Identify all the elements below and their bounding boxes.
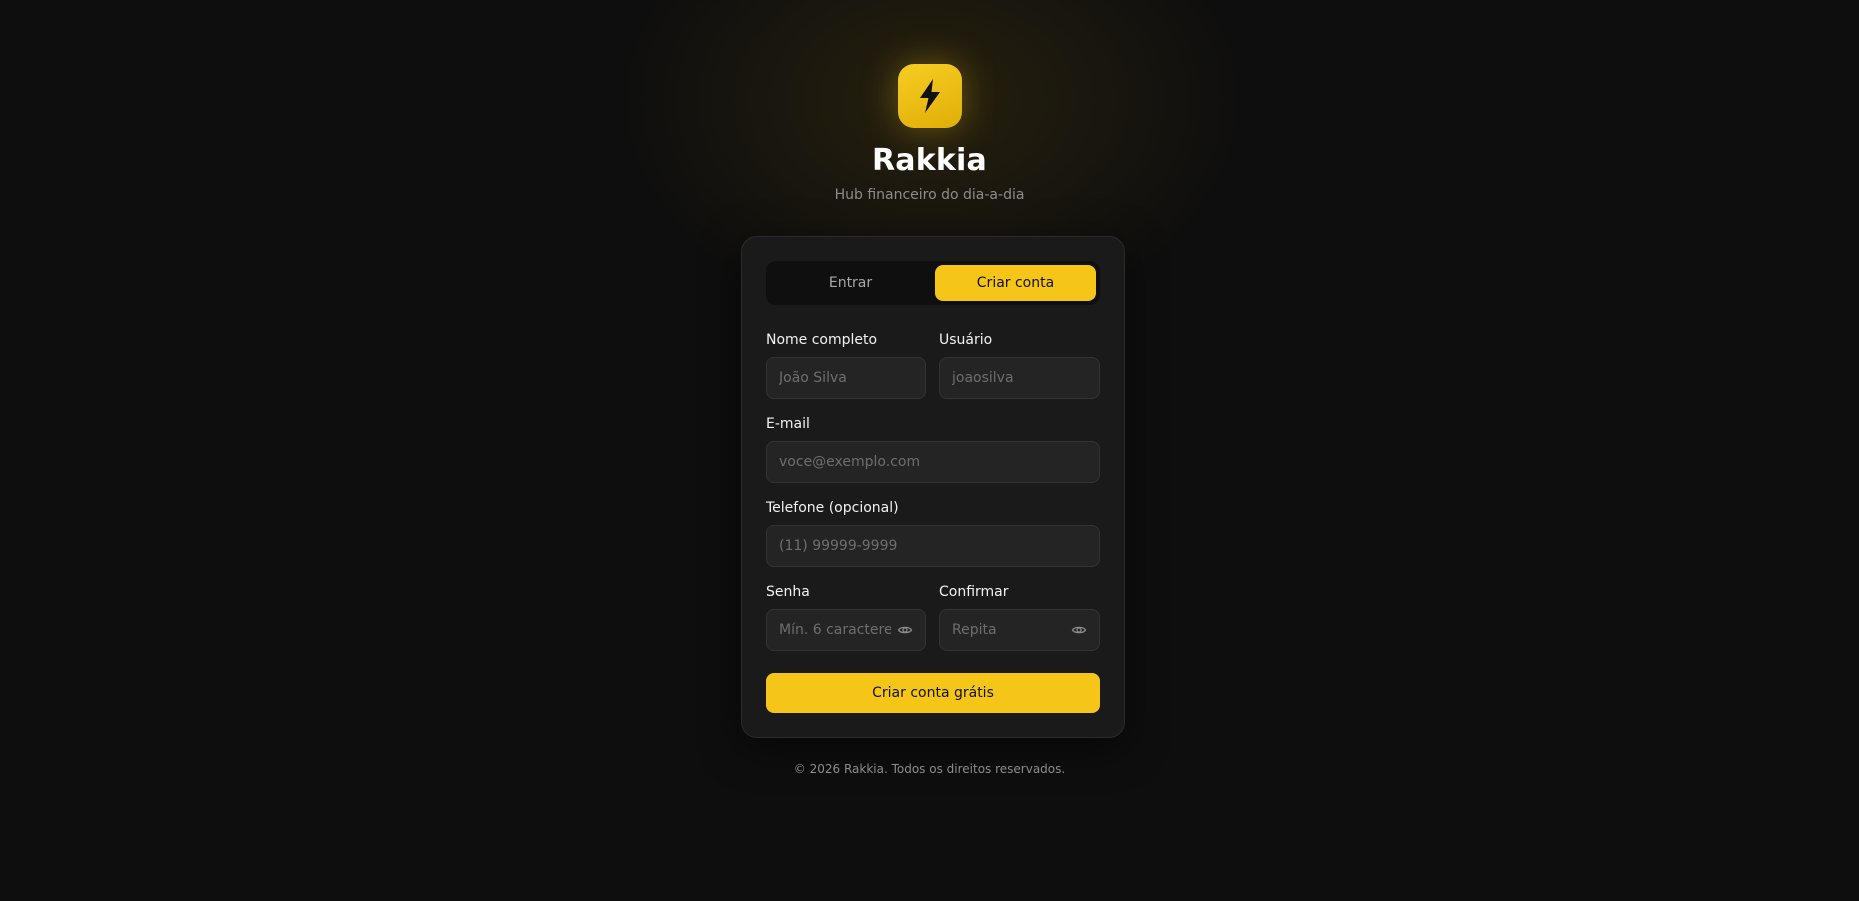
auth-card: Entrar Criar conta Nome completo João Si… xyxy=(741,236,1125,738)
email-input[interactable]: voce@exemplo.com xyxy=(766,441,1100,483)
full-name-placeholder: João Silva xyxy=(779,370,847,386)
phone-label: Telefone (opcional) xyxy=(766,500,899,516)
eye-icon[interactable] xyxy=(897,622,913,638)
tab-signup[interactable]: Criar conta xyxy=(935,265,1096,301)
full-name-input[interactable]: João Silva xyxy=(766,357,926,399)
password-label: Senha xyxy=(766,584,810,600)
password-input[interactable]: Mín. 6 caracteres xyxy=(766,609,926,651)
app-logo xyxy=(897,64,962,128)
email-label: E-mail xyxy=(766,416,810,432)
app-tagline: Hub financeiro do dia-a-dia xyxy=(834,187,1025,203)
username-label: Usuário xyxy=(939,332,993,348)
full-name-field: Nome completo João Silva xyxy=(766,331,926,399)
username-field: Usuário joaosilva xyxy=(939,331,1100,399)
auth-tabs: Entrar Criar conta xyxy=(766,261,1100,305)
full-name-label: Nome completo xyxy=(766,332,878,348)
brand-header: Rakkia Hub financeiro do dia-a-dia xyxy=(0,64,1859,204)
eye-icon[interactable] xyxy=(1071,622,1087,638)
email-placeholder: voce@exemplo.com xyxy=(779,454,921,470)
password-field: Senha Mín. 6 caracteres xyxy=(766,583,926,651)
username-placeholder: joaosilva xyxy=(952,370,1014,386)
create-account-button[interactable]: Criar conta grátis xyxy=(766,673,1100,713)
username-input[interactable]: joaosilva xyxy=(939,357,1100,399)
phone-field: Telefone (opcional) (11) 99999-9999 xyxy=(766,499,1100,567)
email-field: E-mail voce@exemplo.com xyxy=(766,415,1100,483)
tab-login[interactable]: Entrar xyxy=(770,265,931,301)
password-placeholder: Mín. 6 caracteres xyxy=(779,622,891,638)
lightning-bolt-icon xyxy=(919,79,940,113)
confirm-password-placeholder: Repita xyxy=(952,622,997,638)
phone-input[interactable]: (11) 99999-9999 xyxy=(766,525,1100,567)
confirm-password-field: Confirmar Repita xyxy=(939,583,1100,651)
confirm-password-label: Confirmar xyxy=(939,584,1009,600)
app-name: Rakkia xyxy=(872,143,987,178)
confirm-password-input[interactable]: Repita xyxy=(939,609,1100,651)
phone-placeholder: (11) 99999-9999 xyxy=(779,538,898,554)
footer-copyright: © 2026 Rakkia. Todos os direitos reserva… xyxy=(793,762,1066,776)
